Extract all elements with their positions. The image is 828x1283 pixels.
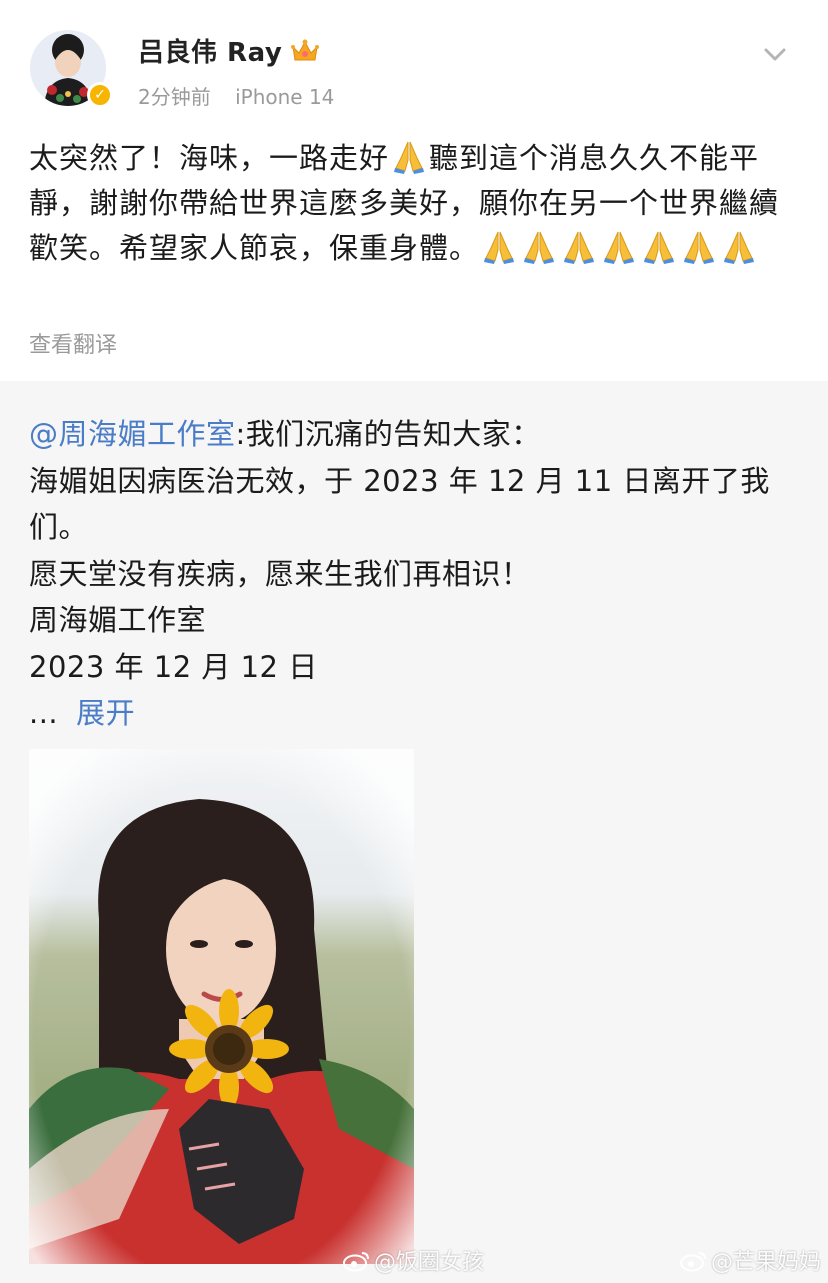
- expand-link[interactable]: 展开: [76, 696, 135, 730]
- folded-hands-icon: [724, 231, 755, 264]
- post-body: 太突然了！海味，一路走好 聽到這个消息久久不能平靜，謝謝你帶給世界這麼多美好，願你…: [29, 136, 804, 271]
- repost-card[interactable]: @周海媚工作室:我们沉痛的告知大家： 海媚姐因病医治无效，于 2023 年 12…: [0, 381, 828, 1283]
- photo-image: [29, 749, 414, 1264]
- ellipsis: ...: [29, 696, 59, 730]
- repost-photo[interactable]: [29, 749, 414, 1264]
- verified-badge-icon: ✓: [87, 82, 113, 108]
- weibo-logo-icon: [680, 1252, 706, 1272]
- repost-line: 2023 年 12 月 12 日: [29, 649, 318, 684]
- watermark-text: @芒果妈妈: [711, 1250, 822, 1275]
- post-meta: 2分钟前 iPhone 14: [138, 81, 352, 110]
- folded-hands-icon: [484, 231, 515, 264]
- watermark: @芒果妈妈: [680, 1244, 821, 1276]
- crown-icon: [291, 39, 319, 61]
- folded-hands-icon: [644, 231, 675, 264]
- post-text-part-1: 太突然了！海味，一路走好: [29, 141, 390, 175]
- repost-line: @周海媚工作室:我们沉痛的告知大家：: [29, 411, 799, 458]
- weibo-logo-icon: [343, 1252, 369, 1272]
- folded-hands-icon: [564, 231, 595, 264]
- chevron-down-icon[interactable]: [762, 46, 788, 64]
- watermark-text: @饭圈女孩: [374, 1250, 485, 1275]
- folded-hands-icon: [394, 141, 425, 174]
- translate-link[interactable]: 查看翻译: [29, 327, 117, 359]
- repost-line: 海媚姐因病医治无效，于 2023 年 12 月 11 日离开了我们。: [29, 463, 770, 545]
- repost-body: @周海媚工作室:我们沉痛的告知大家： 海媚姐因病医治无效，于 2023 年 12…: [29, 411, 799, 737]
- folded-hands-icon: [604, 231, 635, 264]
- repost-line-text: :我们沉痛的告知大家：: [235, 417, 541, 451]
- repost-line: ... 展开: [29, 690, 799, 737]
- folded-hands-icon: [684, 231, 715, 264]
- repost-line: 愿天堂没有疾病，愿来生我们再相识！: [29, 556, 531, 591]
- author-name[interactable]: 吕良伟 Ray: [138, 32, 282, 69]
- repost-line: 周海媚工作室: [29, 603, 207, 637]
- post-header: ✓ 吕良伟 Ray 2分钟前 iPhone 14: [0, 0, 828, 125]
- mention-link[interactable]: @周海媚工作室: [29, 417, 236, 451]
- folded-hands-icon: [524, 231, 555, 264]
- post-time: 2分钟前: [138, 85, 211, 109]
- post-device: iPhone 14: [235, 85, 335, 109]
- watermark: @饭圈女孩: [343, 1244, 484, 1276]
